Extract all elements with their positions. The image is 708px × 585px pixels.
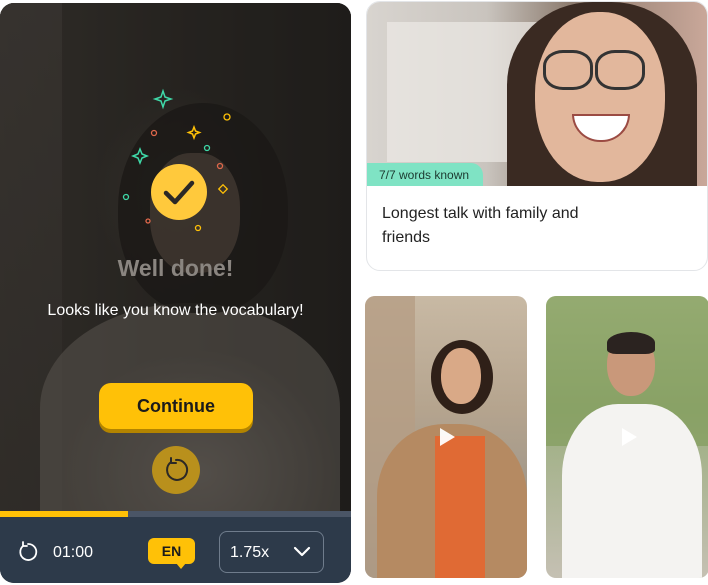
words-known-badge: 7/7 words known (367, 163, 484, 186)
checkmark-icon (163, 180, 195, 205)
success-checkmark (151, 164, 207, 220)
lesson-card-image (367, 2, 707, 186)
video-thumbnail[interactable] (546, 296, 708, 578)
subtitle-language-button[interactable]: EN (148, 538, 195, 564)
replay-button[interactable] (152, 446, 200, 494)
continue-button[interactable]: Continue (99, 383, 253, 429)
completion-title: Well done! (117, 255, 234, 281)
play-icon (440, 428, 455, 446)
playback-speed-value: 1.75x (230, 544, 270, 561)
play-icon (622, 428, 637, 446)
player-control-bar: 01:00 EN 1.75x (0, 517, 351, 583)
playback-time: 01:00 (53, 544, 94, 561)
completion-message: Looks like you know the vocabulary! (47, 302, 304, 319)
lesson-card-title: Longest talk with family and friends (382, 205, 579, 246)
playback-speed-select[interactable]: 1.75x (219, 531, 324, 573)
video-player: Well done! Looks like you know the vocab… (0, 3, 351, 583)
video-thumbnail[interactable] (365, 296, 527, 578)
chevron-down-icon (293, 546, 311, 557)
language-badge-tail (176, 563, 186, 569)
replay-icon (166, 457, 189, 481)
lesson-card[interactable]: 7/7 words known Longest talk with family… (366, 1, 708, 271)
rewind-icon[interactable] (17, 541, 39, 563)
